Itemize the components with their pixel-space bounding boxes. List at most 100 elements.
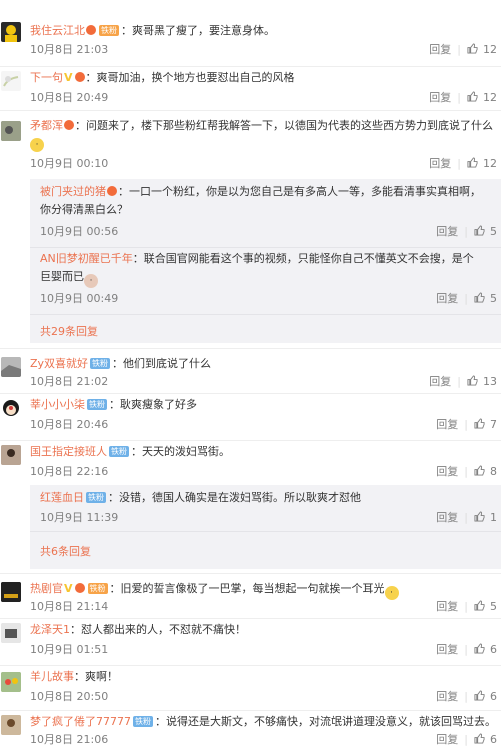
- medal-icon: [74, 583, 85, 593]
- like-button[interactable]: 6: [474, 690, 497, 703]
- comment-time: 10月8日 21:03: [30, 43, 109, 56]
- like-button[interactable]: 5: [474, 225, 497, 238]
- comment-username[interactable]: 下一句: [30, 71, 63, 84]
- thumbs-up-icon: [474, 733, 485, 744]
- comment-time: 10月8日 20:49: [30, 91, 109, 104]
- verified-v-icon: V: [64, 71, 73, 84]
- comment-username[interactable]: 热剧官: [30, 582, 63, 595]
- comment-text: ：怼人都出来的人，不怼就不痛快！: [70, 623, 246, 636]
- like-button[interactable]: 7: [474, 418, 497, 431]
- fans-badge: 铁粉: [86, 492, 106, 503]
- emoji-icon: ·: [84, 274, 98, 288]
- comment-time: 10月8日 21:14: [30, 600, 109, 613]
- medal-icon: [64, 120, 74, 130]
- reply-button[interactable]: 回复: [436, 465, 458, 478]
- reply-time: 10月9日 00:49: [40, 292, 119, 305]
- comment-text: ：问题来了，楼下那些粉红帮我解答一下，以德国为代表的这些西方势力到底说了什么: [75, 119, 493, 132]
- like-button[interactable]: 6: [474, 733, 497, 746]
- like-button[interactable]: 12: [467, 91, 497, 104]
- comment-time: 10月8日 22:16: [30, 465, 109, 478]
- comment-time: 10月8日 21:02: [30, 375, 109, 388]
- view-more-replies-link[interactable]: 共6条回复: [40, 543, 91, 559]
- comment-time: 10月9日 00:10: [30, 157, 109, 170]
- comment-item: Zy双喜就好 铁粉 ：他们到底说了什么 10月8日 21:02 回复 | 13: [0, 349, 501, 394]
- avatar[interactable]: [1, 398, 21, 418]
- comment-text: ：旧爱的誓言像极了一巴掌，每当想起一句就挨一个耳光: [109, 582, 385, 595]
- thumbs-up-icon: [467, 375, 478, 386]
- reply-button[interactable]: 回复: [429, 43, 451, 56]
- thumbs-up-icon: [474, 690, 485, 701]
- like-button[interactable]: 5: [474, 600, 497, 613]
- avatar[interactable]: [1, 357, 21, 377]
- comment-list: 我住云江北 铁粉 ：爽哥黑了瘦了，要注意身体。 10月8日 21:03 回复 | 12 …: [0, 0, 501, 751]
- reply-button[interactable]: 回复: [436, 600, 458, 613]
- thumbs-up-icon: [474, 418, 485, 429]
- reply-text: ：没错，德国人确实是在泼妇骂街。所以耿爽才怼他: [108, 491, 361, 504]
- comment-text: ：他们到底说了什么: [112, 357, 212, 370]
- reply-button[interactable]: 回复: [436, 690, 458, 703]
- like-button[interactable]: 5: [474, 292, 497, 305]
- thumbs-up-icon: [474, 225, 485, 236]
- avatar[interactable]: [1, 71, 21, 91]
- avatar[interactable]: [1, 715, 21, 735]
- comment-username[interactable]: 国王指定接班人: [30, 445, 107, 458]
- like-button[interactable]: 1: [474, 511, 497, 524]
- avatar[interactable]: [1, 672, 21, 692]
- medal-icon: [86, 25, 96, 35]
- avatar[interactable]: [1, 22, 21, 42]
- thumbs-up-icon: [474, 511, 485, 522]
- reply-item: 红莲血日 铁粉 ：没错，德国人确实是在泼妇骂街。所以耿爽才怼他 10月9日 11:3…: [30, 485, 501, 532]
- avatar[interactable]: [1, 582, 21, 602]
- thumbs-up-icon: [474, 465, 485, 476]
- comment-text: ：说得还是大斯文，不够痛快，对流氓讲道理没意义，就该回骂过去。: [155, 715, 496, 728]
- thumbs-up-icon: [474, 643, 485, 654]
- comment-item: 下一句V ：爽哥加油，换个地方也要怼出自己的风格 10月8日 20:49 回复 | 1…: [0, 67, 501, 111]
- comment-username[interactable]: 龙泽天1: [30, 623, 70, 636]
- verified-v-icon: V: [64, 582, 73, 595]
- emoji-icon: ·: [30, 138, 44, 152]
- comment-time: 10月8日 21:06: [30, 733, 109, 746]
- comment-username[interactable]: 莘小小小柒: [30, 398, 85, 411]
- like-button[interactable]: 12: [467, 157, 497, 170]
- reply-time: 10月9日 00:56: [40, 225, 119, 238]
- reply-username[interactable]: 被门夹过的猪: [40, 185, 106, 198]
- like-button[interactable]: 6: [474, 643, 497, 656]
- fans-badge: 铁粉: [109, 446, 129, 457]
- comment-item: 热剧官V 铁粉 ：旧爱的誓言像极了一巴掌，每当想起一句就挨一个耳光 · 10月8日 2…: [0, 574, 501, 619]
- comment-text: ：耿爽瘦象了好多: [109, 398, 197, 411]
- comment-text: ：爽哥加油，换个地方也要怼出自己的风格: [85, 71, 295, 84]
- like-count: 6: [490, 690, 497, 703]
- reply-thread: 红莲血日 铁粉 ：没错，德国人确实是在泼妇骂街。所以耿爽才怼他 10月9日 11:3…: [30, 485, 501, 569]
- avatar[interactable]: [1, 445, 21, 465]
- reply-username[interactable]: 红莲血日: [40, 491, 84, 504]
- comment-username[interactable]: 我住云江北: [30, 24, 85, 37]
- reply-button[interactable]: 回复: [429, 91, 451, 104]
- reply-button[interactable]: 回复: [436, 511, 458, 524]
- comment-username[interactable]: Zy双喜就好: [30, 357, 88, 370]
- comment-username[interactable]: 梦了疯了倦了77777: [30, 715, 131, 728]
- reply-button[interactable]: 回复: [436, 733, 458, 746]
- reply-button[interactable]: 回复: [436, 643, 458, 656]
- like-count: 5: [490, 225, 497, 238]
- like-button[interactable]: 12: [467, 43, 497, 56]
- avatar[interactable]: [1, 623, 21, 643]
- comment-item: 矛都浑 ：问题来了，楼下那些粉红帮我解答一下，以德国为代表的这些西方势力到底说了什…: [0, 111, 501, 349]
- reply-username[interactable]: AN旧梦初醒已千年: [40, 252, 133, 265]
- comment-text: ：爽哥黑了瘦了，要注意身体。: [121, 24, 275, 37]
- like-button[interactable]: 8: [474, 465, 497, 478]
- medal-icon: [74, 72, 85, 82]
- comment-username[interactable]: 羊儿故事: [30, 670, 74, 683]
- reply-button[interactable]: 回复: [436, 292, 458, 305]
- reply-button[interactable]: 回复: [436, 418, 458, 431]
- like-count: 12: [483, 157, 497, 170]
- avatar[interactable]: [1, 121, 21, 141]
- view-more-replies-link[interactable]: 共29条回复: [40, 323, 98, 339]
- comment-time: 10月9日 01:51: [30, 643, 109, 656]
- reply-button[interactable]: 回复: [429, 157, 451, 170]
- like-button[interactable]: 13: [467, 375, 497, 388]
- reply-button[interactable]: 回复: [429, 375, 451, 388]
- comment-time: 10月8日 20:50: [30, 690, 109, 703]
- thumbs-up-icon: [467, 91, 478, 102]
- reply-button[interactable]: 回复: [436, 225, 458, 238]
- comment-username[interactable]: 矛都浑: [30, 119, 63, 132]
